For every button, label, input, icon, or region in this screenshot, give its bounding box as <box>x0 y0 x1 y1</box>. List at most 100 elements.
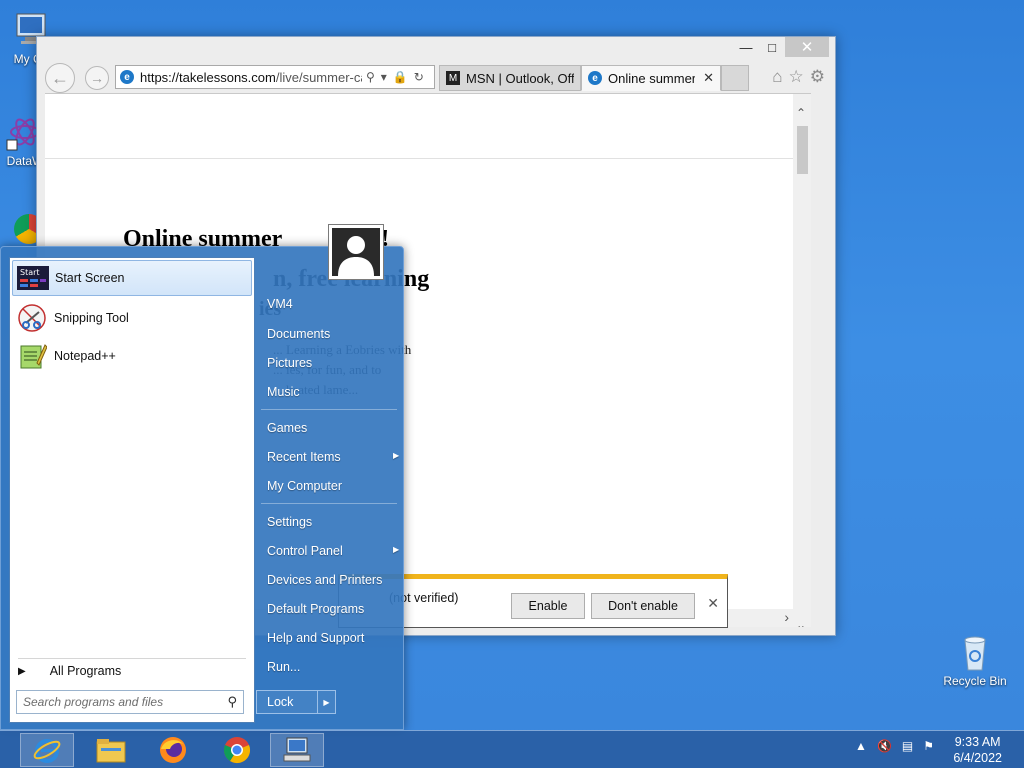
dropdown-icon[interactable]: ▾ <box>381 70 387 84</box>
new-tab-button[interactable] <box>721 65 749 91</box>
desktop-icon-label: Recycle Bin <box>943 674 1007 688</box>
start-search-input[interactable]: Search programs and files ⚲ <box>16 690 244 714</box>
taskbar-firefox[interactable] <box>146 733 200 767</box>
action-center-icon[interactable]: ⚑ <box>923 739 934 753</box>
minimize-button[interactable]: — <box>733 37 759 57</box>
firefox-icon <box>160 737 186 763</box>
recycle-bin-icon <box>955 632 995 672</box>
start-item-label: Notepad++ <box>54 349 116 363</box>
start-item-label: Snipping Tool <box>54 311 129 325</box>
start-link-control-panel[interactable]: Control Panel ▶ <box>267 544 399 558</box>
start-link-help-support[interactable]: Help and Support <box>267 631 364 645</box>
start-link-run[interactable]: Run... <box>267 660 300 674</box>
taskbar: ▲ 🔇 ▤ ⚑ 9:33 AM 6/4/2022 <box>0 730 1024 768</box>
triangle-right-icon: ▶ <box>18 665 26 677</box>
tab-online-summer[interactable]: e Online summer ... ✕ <box>581 65 721 91</box>
start-link-my-computer[interactable]: My Computer <box>267 479 342 493</box>
header-divider <box>45 158 811 159</box>
scroll-up-icon[interactable]: ⌃ <box>796 106 806 120</box>
enable-button[interactable]: Enable <box>511 593 585 619</box>
taskbar-clock[interactable]: 9:33 AM 6/4/2022 <box>953 734 1002 766</box>
tab-label: Online summer ... <box>608 70 696 86</box>
taskbar-network-computer[interactable] <box>270 733 324 767</box>
tab-msn[interactable]: M MSN | Outlook, Offi... <box>439 65 581 91</box>
navigation-bar: ← → e https://takelessons.com/live/summe… <box>45 61 827 93</box>
start-link-default-programs[interactable]: Default Programs <box>267 602 364 616</box>
ie-favicon-icon: e <box>588 71 602 85</box>
start-link-recent-items[interactable]: Recent Items ▶ <box>267 450 399 464</box>
refresh-icon[interactable]: ↻ <box>414 70 424 84</box>
clock-time: 9:33 AM <box>954 735 1001 749</box>
submenu-arrow-icon: ▶ <box>393 545 400 554</box>
start-link-user[interactable]: VM4 <box>267 297 293 311</box>
forward-button[interactable]: → <box>85 66 109 90</box>
start-link-pictures[interactable]: Pictures <box>267 356 312 370</box>
scroll-down-icon[interactable]: ⌄ <box>796 618 806 627</box>
scroll-right-icon[interactable]: › <box>784 609 789 625</box>
start-item-notepadpp[interactable]: Notepad++ <box>12 338 252 374</box>
all-programs-label: All Programs <box>49 664 122 678</box>
start-item-start-screen[interactable]: Start Start Screen <box>12 260 252 296</box>
start-item-snipping-tool[interactable]: Snipping Tool <box>12 300 252 336</box>
start-link-label: Recent Items <box>267 450 341 464</box>
browser-tools: ⌂ ☆ ⚙ <box>772 67 825 87</box>
start-link-devices-printers[interactable]: Devices and Printers <box>267 573 382 587</box>
volume-muted-icon[interactable]: 🔇 <box>877 739 892 753</box>
divider <box>261 409 397 410</box>
show-hidden-icons-icon[interactable]: ▲ <box>855 739 867 753</box>
settings-gear-icon[interactable]: ⚙ <box>810 67 825 87</box>
lock-icon[interactable]: 🔒 <box>393 70 408 84</box>
home-icon[interactable]: ⌂ <box>772 67 782 87</box>
svg-text:Start: Start <box>20 268 40 277</box>
back-button[interactable]: ← <box>45 63 75 93</box>
start-link-label: Control Panel <box>267 544 343 558</box>
msn-icon: M <box>446 71 460 85</box>
search-icon[interactable]: ⚲ <box>366 70 375 84</box>
start-item-label: Start Screen <box>55 271 125 285</box>
tab-label: MSN | Outlook, Offi... <box>466 70 574 86</box>
desktop-icon-recycle-bin[interactable]: Recycle Bin <box>940 632 1010 688</box>
ie-favicon-icon: e <box>120 70 134 84</box>
notification-close-icon[interactable]: ✕ <box>707 595 719 612</box>
user-avatar[interactable] <box>328 224 384 280</box>
maximize-button[interactable]: □ <box>759 37 785 57</box>
search-icon[interactable]: ⚲ <box>227 694 237 710</box>
network-computer-icon <box>283 737 311 762</box>
favorites-star-icon[interactable]: ☆ <box>789 67 804 87</box>
notepadpp-icon <box>16 341 48 371</box>
lock-button-group: Lock ▶ <box>256 690 336 714</box>
vertical-scrollbar[interactable]: ⌃ ⌄ <box>793 94 811 627</box>
start-link-music[interactable]: Music <box>267 385 300 399</box>
close-window-button[interactable]: ✕ <box>785 37 829 57</box>
clock-date: 6/4/2022 <box>953 751 1002 765</box>
start-menu: Start Start Screen Snipping Tool Notepad… <box>0 246 404 730</box>
address-bar[interactable]: e https://takelessons.com/live/summer-ca… <box>115 65 435 89</box>
taskbar-file-explorer[interactable] <box>84 733 138 767</box>
dont-enable-button[interactable]: Don't enable <box>591 593 695 619</box>
submenu-arrow-icon: ▶ <box>393 451 400 460</box>
window-controls: — □ ✕ <box>733 37 829 57</box>
taskbar-chrome[interactable] <box>210 733 264 767</box>
scissors-icon <box>16 303 48 333</box>
close-tab-icon[interactable]: ✕ <box>703 70 714 86</box>
scroll-thumb[interactable] <box>797 126 808 174</box>
lock-button[interactable]: Lock <box>257 691 317 713</box>
start-link-documents[interactable]: Documents <box>267 327 330 341</box>
divider <box>18 658 246 659</box>
network-icon[interactable]: ▤ <box>902 739 913 753</box>
taskbar-ie[interactable] <box>20 733 74 767</box>
divider <box>261 503 397 504</box>
search-placeholder: Search programs and files <box>23 695 164 709</box>
file-explorer-icon <box>96 739 126 763</box>
start-screen-icon: Start <box>17 263 49 293</box>
start-link-games[interactable]: Games <box>267 421 307 435</box>
chrome-icon <box>223 737 251 764</box>
lock-options-arrow-icon[interactable]: ▶ <box>317 691 335 713</box>
ie-icon <box>33 739 61 763</box>
address-url: https://takelessons.com/live/summer-car <box>140 70 362 85</box>
all-programs-button[interactable]: ▶ All Programs <box>18 664 121 678</box>
user-silhouette-icon <box>332 228 380 276</box>
url-path: /live/summer-car <box>275 69 362 85</box>
start-link-settings[interactable]: Settings <box>267 515 312 529</box>
url-host: https://takelessons.com <box>140 69 276 85</box>
